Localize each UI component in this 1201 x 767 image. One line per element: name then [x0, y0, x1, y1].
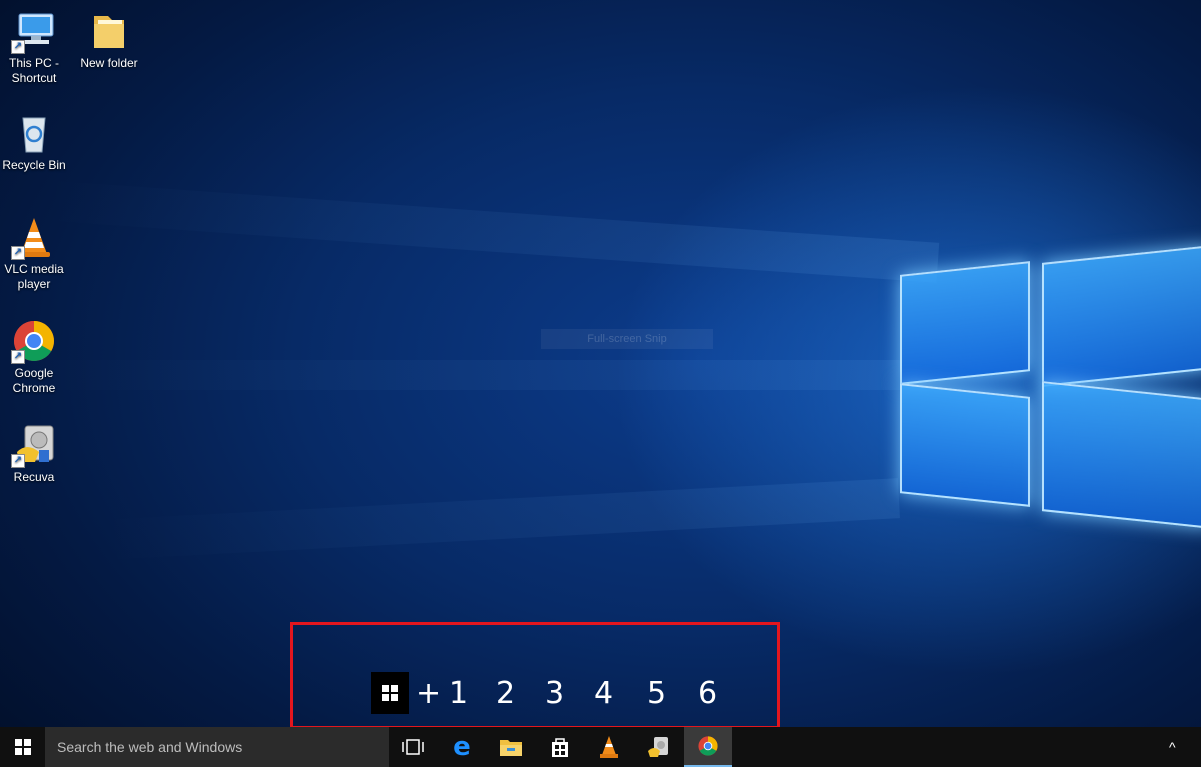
vlc-cone-icon: ↗	[11, 214, 57, 260]
hotkey-number-1: 1	[449, 676, 469, 711]
recuva-icon: ↗	[11, 422, 57, 468]
snip-mode-ghost-label: Full-screen Snip	[541, 329, 713, 349]
light-beam	[0, 360, 900, 390]
desktop-icon-label: This PC - Shortcut	[8, 56, 59, 85]
edge-icon: e	[453, 732, 471, 762]
file-explorer-icon	[500, 740, 522, 756]
desktop-icon-recycle-bin[interactable]: Recycle Bin	[0, 110, 68, 173]
light-beam	[38, 180, 940, 283]
desktop-icon-this-pc[interactable]: ↗ This PC - Shortcut	[0, 8, 68, 86]
desktop-icon-new-folder[interactable]: New folder	[75, 8, 143, 71]
desktop-icon-label: New folder	[80, 56, 138, 70]
windows-logo-icon	[14, 739, 31, 755]
taskbar: Search the web and Windows e ^	[0, 727, 1201, 767]
windows-key-icon	[371, 672, 409, 714]
recuva-taskbar-button[interactable]	[634, 727, 682, 767]
desktop-icon-label: Google Chrome	[12, 366, 56, 395]
chrome-taskbar-button[interactable]	[684, 727, 732, 767]
hotkey-number-5: 5	[647, 676, 667, 711]
tray-chevron-icon[interactable]: ^	[1169, 739, 1176, 755]
recycle-bin-icon	[11, 110, 57, 156]
start-button[interactable]	[0, 727, 45, 767]
hotkey-number-2: 2	[496, 676, 516, 711]
store-button[interactable]	[536, 727, 584, 767]
desktop-icon-label: VLC media player	[4, 262, 64, 291]
file-explorer-button[interactable]	[487, 727, 535, 767]
folder-icon	[86, 8, 132, 54]
hotkey-number-4: 4	[594, 676, 614, 711]
desktop-icon-vlc[interactable]: ↗ VLC media player	[0, 214, 68, 292]
task-view-icon	[402, 739, 424, 755]
edge-button[interactable]: e	[438, 727, 486, 767]
vlc-cone-icon	[600, 736, 618, 758]
vlc-taskbar-button[interactable]	[585, 727, 633, 767]
desktop-icon-recuva[interactable]: ↗ Recuva	[0, 422, 68, 485]
desktop: ↗ This PC - Shortcut New folder Recycle …	[0, 0, 1201, 727]
hotkey-plus: +	[416, 676, 442, 711]
recuva-icon	[648, 737, 668, 757]
system-tray[interactable]: ^	[1161, 727, 1201, 767]
hotkey-number-3: 3	[545, 676, 565, 711]
chrome-icon	[698, 736, 718, 756]
task-view-button[interactable]	[389, 727, 437, 767]
desktop-icon-label: Recycle Bin	[2, 158, 66, 172]
hotkey-number-6: 6	[698, 676, 718, 711]
store-icon	[552, 738, 568, 757]
windows-logo-light	[895, 240, 1201, 560]
computer-icon: ↗	[11, 8, 57, 54]
light-beam	[98, 478, 900, 560]
desktop-icon-label: Recuva	[13, 470, 55, 484]
desktop-icon-chrome[interactable]: ↗ Google Chrome	[0, 318, 68, 396]
search-input[interactable]: Search the web and Windows	[45, 727, 389, 767]
chrome-icon: ↗	[11, 318, 57, 364]
